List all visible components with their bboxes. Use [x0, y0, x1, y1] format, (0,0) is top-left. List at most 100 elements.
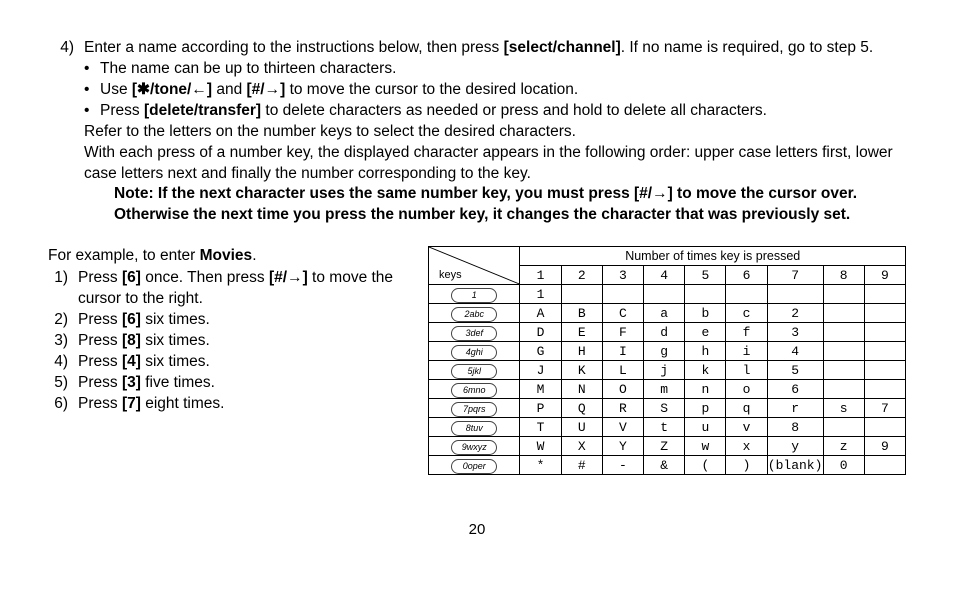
char-cell: 7 — [864, 399, 905, 418]
char-cell: A — [520, 304, 561, 323]
bullet-dot: • — [84, 80, 100, 101]
example-step: 2)Press [6] six times. — [48, 310, 428, 331]
table-row: 8tuvTUVtuv8 — [429, 418, 906, 437]
char-cell: Y — [602, 437, 643, 456]
key-cell: 9wxyz — [429, 437, 520, 456]
example-step-num: 3) — [48, 331, 78, 352]
key-pill: 5jkl — [451, 364, 497, 379]
bullet-3: • Press [delete/transfer] to delete char… — [84, 101, 906, 122]
char-cell: s — [823, 399, 864, 418]
key-pill: 8tuv — [451, 421, 497, 436]
char-cell: x — [726, 437, 767, 456]
char-cell: G — [520, 342, 561, 361]
char-cell: (blank) — [767, 456, 823, 475]
bullet-dot: • — [84, 59, 100, 80]
char-cell: 4 — [767, 342, 823, 361]
b2c: and — [212, 81, 246, 98]
char-cell: - — [602, 456, 643, 475]
char-cell: p — [685, 399, 726, 418]
key-pill: 3def — [451, 326, 497, 341]
char-cell: 2 — [767, 304, 823, 323]
table-row: 6mnoMNOmno6 — [429, 380, 906, 399]
key-cell: 7pqrs — [429, 399, 520, 418]
char-cell: N — [561, 380, 602, 399]
example-step-num: 1) — [48, 268, 78, 310]
table-row: 9wxyzWXYZwxyz9 — [429, 437, 906, 456]
b2e: to move the cursor to the desired locati… — [285, 81, 578, 98]
char-cell: I — [602, 342, 643, 361]
char-cell: J — [520, 361, 561, 380]
key-cell: 1 — [429, 285, 520, 304]
char-cell — [823, 418, 864, 437]
char-cell: C — [602, 304, 643, 323]
note-line-1: Note: If the next character uses the sam… — [114, 184, 906, 205]
char-cell: W — [520, 437, 561, 456]
char-cell — [561, 285, 602, 304]
char-cell: V — [602, 418, 643, 437]
char-cell: F — [602, 323, 643, 342]
col-header: 7 — [767, 266, 823, 285]
char-cell: g — [644, 342, 685, 361]
table-row: 7pqrsPQRSpqrs7 — [429, 399, 906, 418]
table-row: 0oper*#-&()(blank)0 — [429, 456, 906, 475]
char-cell: M — [520, 380, 561, 399]
note-line-2: Otherwise the next time you press the nu… — [114, 205, 906, 226]
char-cell — [864, 304, 905, 323]
col-header: 6 — [726, 266, 767, 285]
key-pill: 4ghi — [451, 345, 497, 360]
char-cell: w — [685, 437, 726, 456]
char-cell: t — [644, 418, 685, 437]
key-cell: 2abc — [429, 304, 520, 323]
b3a: Press — [100, 102, 144, 119]
char-cell: f — [726, 323, 767, 342]
example-step-num: 5) — [48, 373, 78, 394]
char-cell: l — [726, 361, 767, 380]
char-cell — [864, 361, 905, 380]
col-header: 3 — [602, 266, 643, 285]
key-cell: 3def — [429, 323, 520, 342]
char-cell — [823, 285, 864, 304]
example-step: 5)Press [3] five times. — [48, 373, 428, 394]
char-cell — [823, 304, 864, 323]
b2b: [✱/tone/←] — [132, 81, 212, 98]
char-cell: q — [726, 399, 767, 418]
char-cell: j — [644, 361, 685, 380]
char-cell: o — [726, 380, 767, 399]
example-steps: 1)Press [6] once. Then press [#/→] to mo… — [48, 268, 428, 414]
char-cell: K — [561, 361, 602, 380]
col-header: 9 — [864, 266, 905, 285]
key-cell: 0oper — [429, 456, 520, 475]
table-row: 11 — [429, 285, 906, 304]
char-cell: 1 — [520, 285, 561, 304]
char-cell — [602, 285, 643, 304]
col-header: 1 — [520, 266, 561, 285]
col-header: 5 — [685, 266, 726, 285]
char-table-column: keys Number of times key is pressed 1234… — [428, 246, 906, 475]
example-step-body: Press [7] eight times. — [78, 394, 428, 415]
char-cell: y — [767, 437, 823, 456]
b2d: [#/→] — [247, 81, 286, 98]
char-cell: 3 — [767, 323, 823, 342]
char-cell: S — [644, 399, 685, 418]
example-step-num: 4) — [48, 352, 78, 373]
key-pill: 0oper — [451, 459, 497, 474]
char-cell — [823, 361, 864, 380]
table-corner: keys — [429, 247, 520, 285]
key-pill: 2abc — [451, 307, 497, 322]
refer-line: Refer to the letters on the number keys … — [84, 122, 906, 143]
char-cell: O — [602, 380, 643, 399]
col-header: 8 — [823, 266, 864, 285]
char-cell: 5 — [767, 361, 823, 380]
table-body: 112abcABCabc23defDEFdef34ghiGHIghi45jklJ… — [429, 285, 906, 475]
example-column: For example, to enter Movies. 1)Press [6… — [48, 246, 428, 475]
char-cell: E — [561, 323, 602, 342]
char-cell: u — [685, 418, 726, 437]
step-4-body: Enter a name according to the instructio… — [84, 38, 906, 226]
char-cell: T — [520, 418, 561, 437]
example-intro: For example, to enter Movies. — [48, 246, 428, 267]
example-step-body: Press [6] six times. — [78, 310, 428, 331]
table-header-row: keys Number of times key is pressed — [429, 247, 906, 266]
char-cell: n — [685, 380, 726, 399]
example-step: 6)Press [7] eight times. — [48, 394, 428, 415]
lower-split: For example, to enter Movies. 1)Press [6… — [48, 246, 906, 475]
